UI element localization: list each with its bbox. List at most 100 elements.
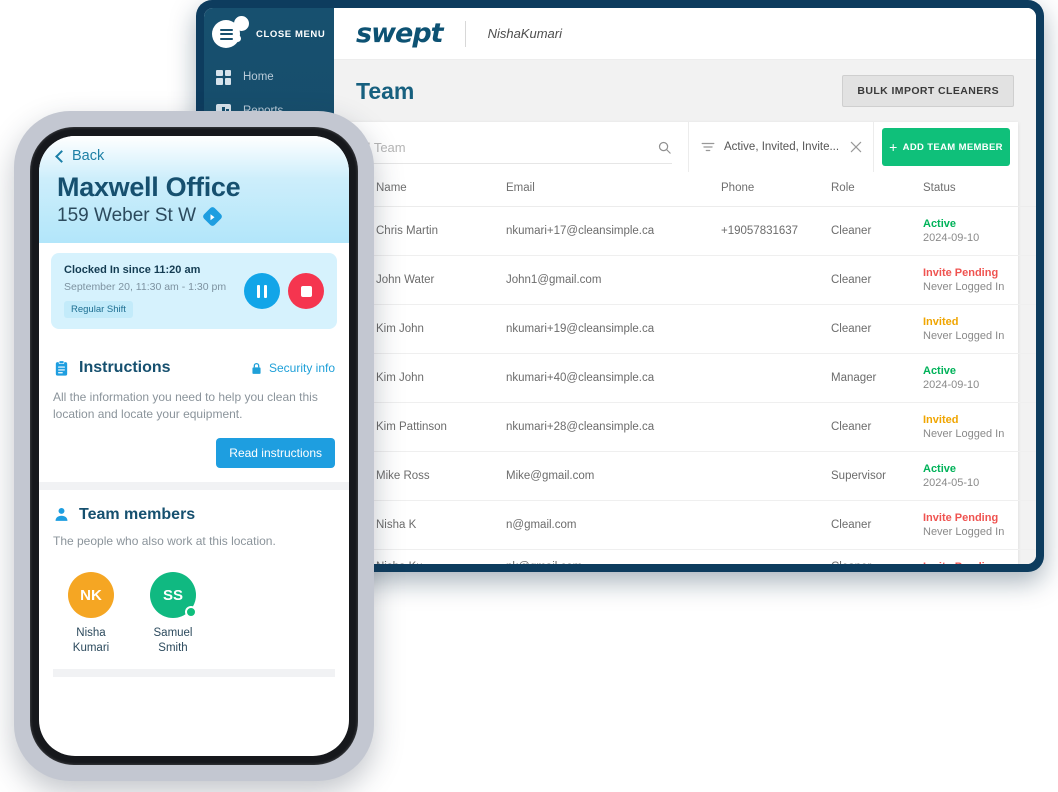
cell-actions: [1033, 206, 1036, 256]
team-members-header: Team members: [53, 506, 335, 524]
add-team-member-button[interactable]: + ADD TEAM MEMBER: [882, 128, 1010, 166]
avatar: NK: [68, 572, 114, 619]
avatar-initials: SS: [162, 586, 183, 604]
close-menu-label: CLOSE MENU: [256, 28, 326, 40]
status-badge: Invite Pending: [923, 512, 999, 524]
location-address: 159 Weber St W: [57, 205, 197, 226]
table-toolbar: Active, Invited, Invite... + ADD TEAM ME…: [334, 122, 1018, 172]
status-filter[interactable]: Active, Invited, Invite...: [688, 122, 874, 172]
person-icon: [55, 508, 68, 522]
search-icon[interactable]: [657, 140, 672, 155]
security-info-link[interactable]: Security info: [250, 361, 335, 375]
kebab-menu-icon[interactable]: [1033, 274, 1036, 287]
status-sub: 2024-05-10: [923, 477, 980, 489]
sidebar-item-home[interactable]: Home: [204, 60, 334, 94]
read-instructions-button[interactable]: Read instructions: [216, 437, 335, 468]
cell-email: nk@gmail.com: [506, 549, 721, 564]
page-header: Team BULK IMPORT CLEANERS: [334, 60, 1036, 122]
kebab-menu-icon[interactable]: [1033, 470, 1036, 483]
cell-actions: [1033, 402, 1036, 452]
team-member[interactable]: NK Nisha Kumari: [57, 572, 125, 655]
bulk-import-cleaners-button[interactable]: BULK IMPORT CLEANERS: [842, 75, 1014, 107]
clocked-in-text: Clocked In since 11:20 am: [64, 264, 201, 276]
table-row[interactable]: Kim John nkumari+19@cleansimple.ca Cleaner…: [334, 304, 1036, 354]
team-members-list: NK Nisha Kumari SS Samuel Smith: [53, 572, 335, 655]
hamburger-icon[interactable]: [212, 20, 240, 48]
cell-status: Invited Never Logged In: [923, 402, 1033, 452]
shift-type-badge: Regular Shift: [64, 301, 133, 318]
pause-icon: [255, 284, 268, 298]
table-row[interactable]: Nisha Kn@gmail.com Cleaner Invite Pending N…: [334, 500, 1036, 550]
instructions-body: All the information you need to help you…: [53, 390, 318, 422]
cell-phone: [721, 500, 831, 550]
instructions-title: Instructions: [79, 359, 171, 376]
kebab-menu-icon[interactable]: [1033, 519, 1036, 532]
cell-email: nkumari+17@cleansimple.ca: [506, 206, 721, 256]
kebab-menu-icon[interactable]: [1033, 323, 1036, 336]
close-icon[interactable]: [849, 140, 863, 154]
kebab-menu-icon[interactable]: [1033, 421, 1036, 434]
column-header-name[interactable]: Name: [376, 172, 506, 207]
cell-actions: [1033, 451, 1036, 501]
cell-phone: [721, 304, 831, 354]
team-member-name: Nisha Kumari: [72, 627, 110, 654]
cell-role: Manager: [831, 353, 923, 403]
cell-status: Invited Never Logged In: [923, 304, 1033, 354]
pause-shift-button[interactable]: [244, 273, 280, 309]
table-row[interactable]: Kim John nkumari+40@cleansimple.ca Manager…: [334, 353, 1036, 403]
table-row[interactable]: Nisha Kunk@gmail.com CleanerInvite Pendin…: [334, 549, 1036, 564]
team-member[interactable]: SS Samuel Smith: [139, 572, 207, 655]
table-row[interactable]: John Water John1@gmail.com Cleaner Invite P…: [334, 255, 1036, 305]
status-sub: Never Logged In: [923, 526, 1005, 538]
table-row[interactable]: Mike Ross Mike@gmail.com Supervisor Active 2…: [334, 451, 1036, 501]
cell-email: John1@gmail.com: [506, 255, 721, 305]
column-header-status[interactable]: Status: [923, 172, 1033, 207]
status-badge: Invited: [923, 316, 959, 328]
cell-phone: [721, 549, 831, 564]
navigation-icon[interactable]: [201, 205, 224, 227]
avatar: SS: [150, 572, 197, 619]
kebab-menu-icon[interactable]: [1033, 372, 1036, 385]
clocked-in-card: Clocked In since 11:20 am September 20, …: [51, 253, 337, 329]
location-address-row: 159 Weber St W: [57, 205, 331, 227]
cell-email: nkumari+40@cleansimple.ca: [506, 353, 721, 403]
table-row[interactable]: Chris Martin nkumari+17@cleansimple.ca +19…: [334, 206, 1036, 256]
kebab-menu-icon[interactable]: [1033, 561, 1036, 564]
status-sub: Never Logged In: [923, 330, 1005, 342]
app-topbar: swept NishaKumari: [334, 8, 1036, 60]
phone-mockup: Back Maxwell Office 159 Weber St W Clock…: [14, 111, 374, 781]
kebab-menu-icon[interactable]: [1033, 225, 1036, 238]
column-header-role[interactable]: Role: [831, 172, 923, 207]
table-row[interactable]: Kim Pattinson nkumari+28@cleansimple.ca Cl…: [334, 402, 1036, 452]
cell-actions: [1033, 500, 1036, 550]
cell-role: Cleaner: [831, 206, 923, 256]
cell-status: Invite Pending Never Logged In: [923, 255, 1033, 305]
cell-name: Nisha Ku: [376, 549, 506, 564]
column-header-phone[interactable]: Phone: [721, 172, 831, 207]
cell-status: Active 2024-05-10: [923, 451, 1033, 501]
column-header-email[interactable]: Email: [506, 172, 721, 207]
close-menu-button[interactable]: CLOSE MENU: [204, 8, 334, 60]
search-input[interactable]: [356, 139, 657, 155]
back-button[interactable]: Back: [55, 148, 331, 164]
cell-role: Supervisor: [831, 451, 923, 501]
cell-phone: [721, 255, 831, 305]
cell-role: Cleaner: [831, 402, 923, 452]
location-hero-header: Back Maxwell Office 159 Weber St W: [39, 136, 349, 243]
security-info-label: Security info: [268, 361, 335, 375]
avatar-initials: NK: [80, 586, 102, 604]
cell-status: Active 2024-09-10: [923, 353, 1033, 403]
cell-phone: [721, 402, 831, 452]
cell-phone: [721, 451, 831, 501]
phone-bezel: Back Maxwell Office 159 Weber St W Clock…: [30, 127, 358, 765]
phone-screen: Back Maxwell Office 159 Weber St W Clock…: [39, 136, 349, 756]
team-table-card: Active, Invited, Invite... + ADD TEAM ME…: [334, 122, 1036, 564]
cell-actions: [1033, 255, 1036, 305]
swept-logo: swept: [356, 18, 444, 49]
stop-shift-button[interactable]: [288, 273, 324, 309]
team-members-title: Team members: [79, 505, 196, 523]
team-table-head: Name Email Phone Role Status: [334, 172, 1036, 207]
cell-name: Kim John: [376, 353, 506, 403]
screenshot-stage: CLOSE MENU Home Reports swept NishaKumar…: [0, 0, 1058, 792]
filter-icon[interactable]: [701, 140, 715, 154]
